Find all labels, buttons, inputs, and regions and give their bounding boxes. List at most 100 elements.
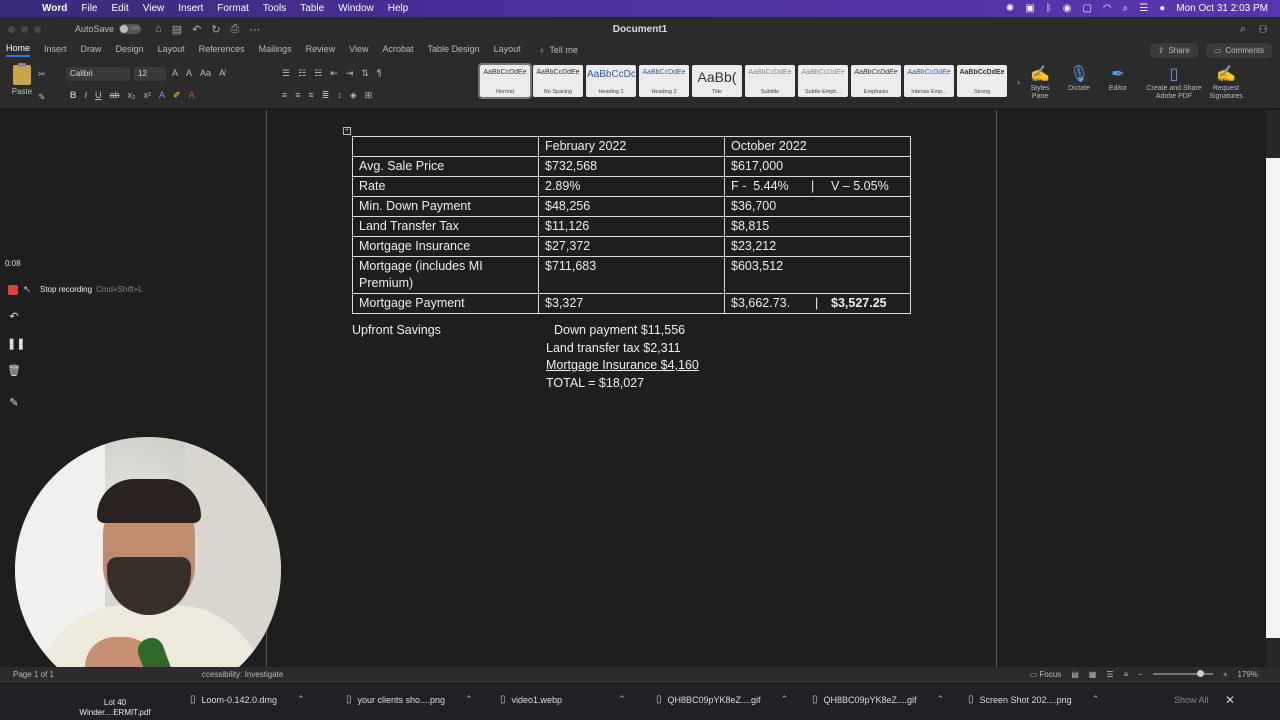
table-cell[interactable]: $3,327 xyxy=(538,293,725,314)
comments-button[interactable]: ▭ Comments xyxy=(1205,42,1272,58)
draw-pen-icon[interactable]: ✎ xyxy=(7,396,21,409)
siri-icon[interactable]: ● xyxy=(1159,3,1165,14)
style-no-spacing[interactable]: AaBbCcDdEe No Spacing xyxy=(533,65,583,97)
numbering-icon[interactable]: ☷ xyxy=(298,68,306,79)
shrink-font-icon[interactable]: A xyxy=(186,68,192,78)
style-subtitle[interactable]: AaBbCcDdEe Subtitle xyxy=(745,65,795,97)
menu-tools[interactable]: Tools xyxy=(263,3,286,14)
highlight-icon[interactable]: ✐ xyxy=(173,90,181,101)
download-item[interactable]: ▯ your clients sho....png ⌃ xyxy=(346,694,473,705)
draft-icon[interactable]: ≡ xyxy=(1124,670,1129,679)
control-center-icon[interactable]: ☰ xyxy=(1139,3,1148,14)
strikethrough-icon[interactable]: ab xyxy=(110,90,120,101)
styles-more-chevron-icon[interactable]: › xyxy=(1017,77,1020,87)
style-strong[interactable]: AaBbCcDdEe Strong xyxy=(957,65,1007,97)
create-share-pdf-button[interactable]: ▯ Create and Share Adobe PDF xyxy=(1142,65,1206,101)
justify-icon[interactable]: ≣ xyxy=(322,90,330,101)
text-effects-icon[interactable]: A xyxy=(159,90,165,101)
tab-draw[interactable]: Draw xyxy=(81,44,102,56)
chevron-up-icon[interactable]: ⌃ xyxy=(618,694,626,705)
tab-layout[interactable]: Layout xyxy=(158,44,185,56)
tab-design[interactable]: Design xyxy=(116,44,144,56)
print-icon[interactable]: ⎙ xyxy=(231,23,240,36)
bold-icon[interactable]: B xyxy=(70,90,77,101)
menu-window[interactable]: Window xyxy=(338,3,374,14)
table-cell[interactable] xyxy=(352,136,539,157)
font-color-icon[interactable]: A xyxy=(189,90,195,101)
menubar-datetime[interactable]: Mon Oct 31 2:03 PM xyxy=(1176,3,1268,14)
paste-button[interactable]: Paste xyxy=(8,63,36,96)
stop-recording-button[interactable] xyxy=(8,285,18,295)
style-intense-emphasis[interactable]: AaBbCcDdEe Intense Emp... xyxy=(904,65,954,97)
account-icon[interactable]: ⚇ xyxy=(1258,23,1268,36)
dictate-button[interactable]: 🎙 Dictate xyxy=(1064,65,1094,93)
menu-edit[interactable]: Edit xyxy=(112,3,129,14)
tab-references[interactable]: References xyxy=(199,44,245,56)
tab-mailings[interactable]: Mailings xyxy=(259,44,292,56)
tab-review[interactable]: Review xyxy=(306,44,336,56)
redo-icon[interactable]: ↻ xyxy=(211,23,220,36)
table-cell[interactable]: $711,683 xyxy=(538,256,725,294)
menu-app-word[interactable]: Word xyxy=(42,3,67,14)
table-cell[interactable]: February 2022 xyxy=(538,136,725,157)
accessibility-status[interactable]: ccessibility: Investigate xyxy=(202,670,283,679)
close-window-button[interactable] xyxy=(8,25,15,33)
pause-icon[interactable]: ❚❚ xyxy=(7,337,25,350)
webcam-bubble[interactable] xyxy=(15,437,281,703)
multilevel-icon[interactable]: ☵ xyxy=(314,68,322,79)
restart-icon[interactable]: ↶ xyxy=(7,310,21,323)
superscript-icon[interactable]: x² xyxy=(144,90,152,101)
show-all-button[interactable]: Show All xyxy=(1174,695,1209,705)
menu-file[interactable]: File xyxy=(81,3,97,14)
zoom-in-icon[interactable]: + xyxy=(1223,670,1228,679)
clear-format-icon[interactable]: A̸ xyxy=(219,68,225,78)
menu-insert[interactable]: Insert xyxy=(178,3,203,14)
style-normal[interactable]: AaBbCcDdEe Normal xyxy=(478,63,532,99)
format-painter-icon[interactable]: ✎ xyxy=(38,92,46,103)
wifi-icon[interactable]: ◠ xyxy=(1103,3,1112,14)
autosave-control[interactable]: AutoSave OFF xyxy=(75,24,142,34)
editor-button[interactable]: ✒ Editor xyxy=(1104,65,1132,93)
app-status-icon[interactable]: ▣ xyxy=(1025,3,1034,14)
menu-help[interactable]: Help xyxy=(388,3,409,14)
tell-me[interactable]: ♁ Tell me xyxy=(539,45,578,55)
align-left-icon[interactable]: ≡ xyxy=(282,90,287,101)
line-spacing-icon[interactable]: ↕ xyxy=(337,90,342,101)
shading-icon[interactable]: ◈ xyxy=(350,90,357,101)
mortgage-comparison-table[interactable]: February 2022 October 2022 Avg. Sale Pri… xyxy=(352,136,911,314)
search-icon[interactable]: ⌕ xyxy=(1123,3,1129,14)
window-status-icon[interactable]: ▢ xyxy=(1082,3,1091,14)
web-layout-icon[interactable]: ▦ xyxy=(1089,670,1097,679)
save-icon[interactable]: ▤ xyxy=(172,23,182,36)
pilcrow-icon[interactable]: ¶ xyxy=(377,68,382,79)
menu-format[interactable]: Format xyxy=(217,3,249,14)
zoom-slider[interactable] xyxy=(1152,670,1213,677)
home-icon[interactable]: ⌂ xyxy=(155,23,162,36)
tab-view[interactable]: View xyxy=(349,44,368,56)
table-cell[interactable]: $48,256 xyxy=(538,196,725,217)
download-item[interactable]: Lot 40 Winder....ERMIT.pdf xyxy=(72,698,158,718)
borders-icon[interactable]: ⊞ xyxy=(365,90,373,101)
play-status-icon[interactable]: ◉ xyxy=(1063,3,1072,14)
share-button[interactable]: ⇪ Share xyxy=(1149,42,1198,58)
tab-table-layout[interactable]: Layout xyxy=(494,44,521,56)
table-cell[interactable]: Mortgage (includes MI Premium) xyxy=(352,256,539,294)
subscript-icon[interactable]: x₂ xyxy=(128,90,136,101)
outline-icon[interactable]: ☰ xyxy=(1106,670,1113,679)
table-cell[interactable]: F - 5.44% | V – 5.05% xyxy=(724,176,911,197)
table-cell[interactable]: $603,512 xyxy=(724,256,911,294)
table-cell[interactable]: $8,815 xyxy=(724,216,911,237)
table-cell[interactable]: Min. Down Payment xyxy=(352,196,539,217)
underline-icon[interactable]: U xyxy=(95,90,102,101)
table-cell[interactable]: Mortgage Insurance xyxy=(352,236,539,257)
table-cell[interactable]: Rate xyxy=(352,176,539,197)
zoom-window-button[interactable] xyxy=(34,25,41,33)
style-subtle-emphasis[interactable]: AaBbCcDdEe Subtle Emph... xyxy=(798,65,848,97)
chevron-up-icon[interactable]: ⌃ xyxy=(937,694,945,705)
download-item[interactable]: ▯ QH8BC09pYK8eZ....gif ⌃ xyxy=(812,694,944,705)
zoom-level[interactable]: 179% xyxy=(1238,670,1258,679)
chevron-up-icon[interactable]: ⌃ xyxy=(465,694,473,705)
autosave-toggle[interactable]: OFF xyxy=(119,24,142,34)
table-cell[interactable]: $732,568 xyxy=(538,156,725,177)
font-size-select[interactable]: 12 xyxy=(134,67,166,81)
